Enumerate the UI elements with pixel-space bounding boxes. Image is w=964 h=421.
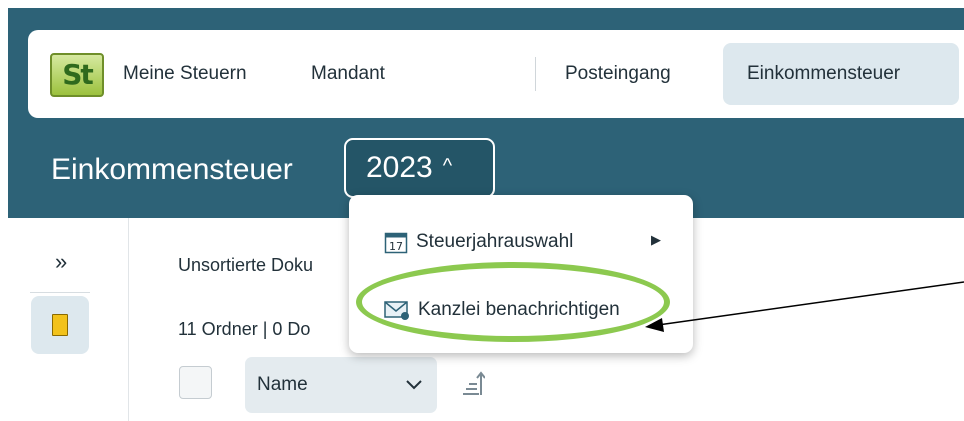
- submenu-arrow-icon: ▶: [651, 232, 661, 247]
- menu-item-steuerjahrauswahl[interactable]: 17 Steuerjahrauswahl: [384, 230, 573, 254]
- calendar-number: 17: [389, 240, 403, 253]
- nav-posteingang[interactable]: Posteingang: [565, 62, 671, 86]
- chevron-down-icon: [406, 380, 422, 390]
- nav-meine-steuern[interactable]: Meine Steuern: [123, 62, 247, 86]
- page-title: Einkommensteuer: [51, 153, 293, 186]
- expand-rail-icon[interactable]: »: [55, 250, 67, 274]
- chevron-up-icon: ^: [442, 154, 453, 177]
- unsorted-documents-label[interactable]: Unsortierte Doku: [178, 254, 313, 276]
- sort-select-value: Name: [257, 374, 308, 395]
- sort-select[interactable]: Name: [245, 357, 437, 413]
- nav-mandant[interactable]: Mandant: [311, 62, 385, 86]
- rail-folder-button[interactable]: [31, 296, 89, 354]
- year-dropdown-button[interactable]: 2023 ^: [344, 138, 495, 198]
- select-all-checkbox[interactable]: [179, 366, 212, 399]
- nav-einkommensteuer[interactable]: Einkommensteuer: [747, 62, 900, 86]
- menu-item-label: Steuerjahrauswahl: [416, 231, 574, 252]
- rail-divider: [30, 292, 90, 293]
- logo-text: St: [62, 58, 94, 91]
- highlight-ellipse: [356, 262, 670, 342]
- nav-divider: [535, 57, 536, 91]
- calendar-icon: 17: [384, 232, 408, 254]
- year-value: 2023: [366, 151, 433, 184]
- app-logo[interactable]: St: [50, 53, 104, 97]
- folder-icon: [52, 314, 68, 336]
- folder-count: 11 Ordner | 0 Do: [178, 319, 311, 339]
- sort-direction-icon[interactable]: [461, 370, 485, 398]
